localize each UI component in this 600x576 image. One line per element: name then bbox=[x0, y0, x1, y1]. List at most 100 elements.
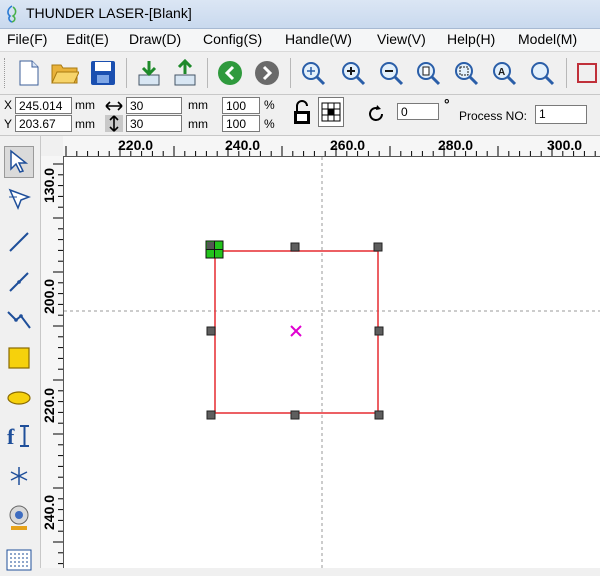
width-input[interactable]: 30 bbox=[126, 97, 182, 114]
rotation-input[interactable]: 0 bbox=[397, 103, 439, 120]
curve-icon bbox=[7, 311, 31, 329]
window-title: THUNDER LASER-[Blank] bbox=[26, 5, 192, 21]
zoom-in-icon bbox=[342, 62, 366, 86]
lock-ratio-button[interactable] bbox=[290, 97, 314, 129]
menu-view[interactable]: View(V) bbox=[375, 31, 428, 47]
text-icon: f bbox=[7, 424, 29, 449]
center-mark[interactable] bbox=[290, 325, 302, 337]
forward-icon bbox=[255, 61, 279, 85]
zoom-fit-button[interactable] bbox=[298, 57, 328, 89]
y-coordinate-input[interactable]: 203.67 bbox=[15, 115, 72, 132]
rectangle-tool-button[interactable] bbox=[4, 342, 34, 374]
resize-handle-bottom-left[interactable] bbox=[206, 410, 216, 420]
ellipse-tool-button[interactable] bbox=[4, 382, 34, 414]
x-coordinate-input[interactable]: 245.014 bbox=[15, 97, 72, 114]
ruler-label-220: 220.0 bbox=[118, 137, 154, 153]
rotate-icon bbox=[369, 105, 383, 121]
zoom-all-button[interactable]: A bbox=[489, 57, 519, 89]
resize-handle-bottom-right[interactable] bbox=[374, 410, 384, 420]
open-folder-icon bbox=[51, 64, 79, 84]
toolbar-grip[interactable] bbox=[4, 58, 8, 88]
canvas-drawing bbox=[64, 157, 600, 568]
vertical-ruler[interactable]: 130.0 200.0 220.0 240.0 bbox=[41, 156, 64, 568]
resize-handle-right[interactable] bbox=[374, 326, 384, 336]
select-tool-button[interactable] bbox=[4, 146, 34, 178]
search-icon bbox=[531, 62, 555, 86]
line-icon bbox=[9, 232, 29, 252]
menu-handle[interactable]: Handle(W) bbox=[283, 31, 354, 47]
node-edit-tool-button[interactable] bbox=[4, 184, 34, 216]
origin-handle-top-left[interactable] bbox=[205, 240, 224, 259]
height-input[interactable]: 30 bbox=[126, 115, 182, 132]
export-button[interactable] bbox=[170, 57, 200, 89]
zoom-page-button[interactable] bbox=[413, 57, 443, 89]
camera-tool-button[interactable] bbox=[4, 502, 34, 534]
toolbar-separator bbox=[566, 58, 567, 88]
menu-help[interactable]: Help(H) bbox=[445, 31, 497, 47]
zoom-in-button[interactable] bbox=[338, 57, 368, 89]
ruler-label-260: 260.0 bbox=[330, 137, 366, 153]
zoom-out-icon bbox=[380, 62, 404, 86]
asterisk-point-icon bbox=[10, 467, 28, 485]
ellipse-icon bbox=[7, 391, 31, 405]
width-icon bbox=[105, 101, 123, 111]
scale-height-input[interactable]: 100 bbox=[222, 115, 260, 132]
height-icon bbox=[105, 115, 123, 132]
rotation-unit: ° bbox=[444, 96, 450, 112]
new-file-button[interactable] bbox=[14, 57, 44, 89]
drawing-canvas[interactable] bbox=[64, 157, 600, 568]
align-grid-icon bbox=[321, 102, 341, 122]
zoom-out-button[interactable] bbox=[376, 57, 406, 89]
toolbar-separator bbox=[290, 58, 291, 88]
main-toolbar: A bbox=[0, 52, 600, 95]
zoom-select-button[interactable] bbox=[451, 57, 481, 89]
scale-width-unit: % bbox=[264, 98, 275, 112]
save-icon bbox=[91, 61, 115, 85]
svg-text:A: A bbox=[498, 67, 505, 78]
export-icon bbox=[174, 59, 196, 86]
zoom-fit-icon bbox=[302, 62, 326, 86]
search-button[interactable] bbox=[527, 57, 557, 89]
y-unit: mm bbox=[75, 117, 95, 131]
save-button[interactable] bbox=[88, 57, 118, 89]
line-tool-button[interactable] bbox=[4, 226, 34, 258]
zoom-select-icon bbox=[455, 62, 479, 86]
ruler-label-240: 240.0 bbox=[225, 137, 261, 153]
zoom-page-icon bbox=[417, 62, 441, 86]
horizontal-ruler[interactable]: 220.0 240.0 260.0 280.0 300.0 bbox=[63, 136, 600, 157]
x-label: X bbox=[4, 98, 13, 112]
curve-tool-button[interactable] bbox=[4, 304, 34, 336]
ruler-label-220v: 220.0 bbox=[41, 387, 57, 423]
import-button[interactable] bbox=[134, 57, 164, 89]
text-tool-button[interactable]: f bbox=[4, 420, 34, 452]
open-file-button[interactable] bbox=[50, 57, 80, 89]
ruler-label-130: 130.0 bbox=[41, 167, 57, 203]
polyline-icon bbox=[9, 272, 29, 292]
resize-handle-top[interactable] bbox=[290, 242, 300, 252]
ruler-label-240v: 240.0 bbox=[41, 494, 57, 530]
polyline-tool-button[interactable] bbox=[4, 266, 34, 298]
menu-config[interactable]: Config(S) bbox=[201, 31, 264, 47]
menu-file[interactable]: File(F) bbox=[5, 31, 49, 47]
process-number-input[interactable]: 1 bbox=[535, 105, 587, 124]
width-unit: mm bbox=[188, 98, 208, 112]
toolbar-separator bbox=[126, 58, 127, 88]
resize-handle-top-right[interactable] bbox=[373, 242, 383, 252]
frame-button[interactable] bbox=[572, 57, 600, 89]
menu-model[interactable]: Model(M) bbox=[516, 31, 579, 47]
node-edit-icon bbox=[8, 188, 31, 210]
ruler-corner bbox=[41, 136, 63, 156]
scale-width-input[interactable]: 100 bbox=[222, 97, 260, 114]
resize-handle-left[interactable] bbox=[206, 326, 216, 336]
menu-edit[interactable]: Edit(E) bbox=[64, 31, 111, 47]
point-tool-button[interactable] bbox=[4, 460, 34, 492]
svg-text:f: f bbox=[7, 424, 15, 449]
ruler-label-300: 300.0 bbox=[547, 137, 583, 153]
resize-handle-bottom[interactable] bbox=[290, 410, 300, 420]
back-button[interactable] bbox=[215, 57, 245, 89]
array-grid-tool-button[interactable] bbox=[4, 544, 34, 576]
menu-draw[interactable]: Draw(D) bbox=[127, 31, 183, 47]
forward-button[interactable] bbox=[252, 57, 282, 89]
align-grid-button[interactable] bbox=[318, 97, 344, 127]
back-icon bbox=[218, 61, 242, 85]
